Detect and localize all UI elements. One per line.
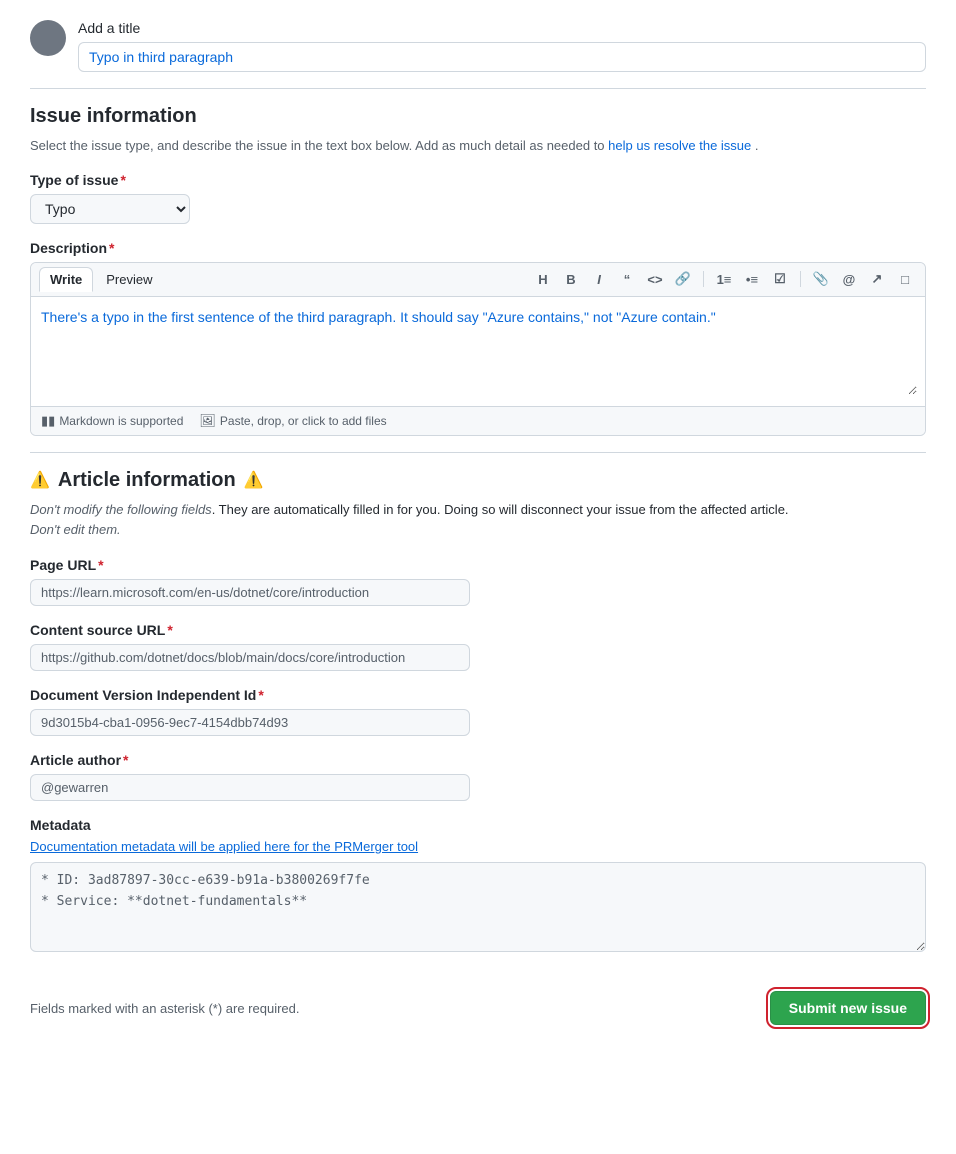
issue-description-text: Select the issue type, and describe the … xyxy=(30,136,926,156)
page-url-label: Page URL* xyxy=(30,557,926,573)
tab-write[interactable]: Write xyxy=(39,267,93,292)
article-information-heading: Article information xyxy=(58,469,236,492)
toolbar-sep-1 xyxy=(703,271,704,287)
warning-stripe-right: ⚠️ xyxy=(244,470,264,490)
issue-information-section: Issue information Select the issue type,… xyxy=(30,105,926,436)
description-label: Description* xyxy=(30,240,926,256)
article-warning-text: Don't modify the following fields. They … xyxy=(30,500,926,542)
avatar xyxy=(30,20,66,56)
doc-version-input[interactable] xyxy=(30,709,470,736)
toolbar-unordered-list-icon[interactable]: •≡ xyxy=(740,267,764,291)
doc-version-field: Document Version Independent Id* xyxy=(30,687,926,736)
title-input[interactable] xyxy=(78,42,926,72)
content-source-url-input[interactable] xyxy=(30,644,470,671)
description-editor: Write Preview H B I “ <> 🔗 1≡ •≡ ☑ xyxy=(30,262,926,436)
divider-1 xyxy=(30,88,926,89)
article-author-field: Article author* xyxy=(30,752,926,801)
toolbar-mention-icon[interactable]: @ xyxy=(837,267,861,291)
article-info-header: ⚠️ Article information ⚠️ xyxy=(30,469,926,492)
markdown-supported: ▮▮ Markdown is supported xyxy=(41,413,183,429)
attach-files[interactable]: 🖼 Paste, drop, or click to add files xyxy=(199,413,386,429)
issue-information-heading: Issue information xyxy=(30,105,926,128)
page-url-field: Page URL* xyxy=(30,557,926,606)
resolve-issue-link[interactable]: help us resolve the issue xyxy=(608,138,751,153)
editor-toolbar: Write Preview H B I “ <> 🔗 1≡ •≡ ☑ xyxy=(31,263,925,297)
warning-stripe-left: ⚠️ xyxy=(30,470,50,490)
image-icon: 🖼 xyxy=(199,413,216,429)
toolbar-bold-icon[interactable]: B xyxy=(559,267,583,291)
content-source-url-field: Content source URL* xyxy=(30,622,926,671)
toolbar-ordered-list-icon[interactable]: 1≡ xyxy=(712,267,736,291)
toolbar-attach-icon[interactable]: 📎 xyxy=(809,267,833,291)
toolbar-link-icon[interactable]: 🔗 xyxy=(671,267,695,291)
type-of-issue-label: Type of issue* xyxy=(30,172,926,188)
toolbar-fullscreen-icon[interactable]: □ xyxy=(893,267,917,291)
markdown-icon: ▮▮ xyxy=(41,413,55,429)
description-field: Description* Write Preview H B I “ <> 🔗 … xyxy=(30,240,926,436)
divider-2 xyxy=(30,452,926,453)
type-of-issue-select[interactable]: Typo Bug Suggestion Other xyxy=(30,194,190,224)
toolbar-reference-icon[interactable]: ↗ xyxy=(865,267,889,291)
toolbar-quote-icon[interactable]: “ xyxy=(615,267,639,291)
metadata-field: Metadata Documentation metadata will be … xyxy=(30,817,926,955)
editor-body: There's a typo in the first sentence of … xyxy=(31,297,925,406)
toolbar-icons: H B I “ <> 🔗 1≡ •≡ ☑ 📎 @ ↗ □ xyxy=(531,267,917,291)
page-url-input[interactable] xyxy=(30,579,470,606)
toolbar-heading-icon[interactable]: H xyxy=(531,267,555,291)
type-of-issue-field: Type of issue* Typo Bug Suggestion Other xyxy=(30,172,926,224)
content-source-url-label: Content source URL* xyxy=(30,622,926,638)
toolbar-code-icon[interactable]: <> xyxy=(643,267,667,291)
metadata-link[interactable]: Documentation metadata will be applied h… xyxy=(30,839,926,854)
footer-bar: Fields marked with an asterisk (*) are r… xyxy=(30,979,926,1025)
metadata-label: Metadata xyxy=(30,817,926,833)
toolbar-task-list-icon[interactable]: ☑ xyxy=(768,267,792,291)
toolbar-sep-2 xyxy=(800,271,801,287)
add-title-label: Add a title xyxy=(78,20,926,36)
doc-version-label: Document Version Independent Id* xyxy=(30,687,926,703)
metadata-textarea[interactable]: * ID: 3ad87897-30cc-e639-b91a-b3800269f7… xyxy=(30,862,926,952)
editor-footer: ▮▮ Markdown is supported 🖼 Paste, drop, … xyxy=(31,406,925,435)
article-information-section: ⚠️ Article information ⚠️ Don't modify t… xyxy=(30,469,926,956)
article-author-label: Article author* xyxy=(30,752,926,768)
tab-preview[interactable]: Preview xyxy=(95,267,163,292)
submit-new-issue-button[interactable]: Submit new issue xyxy=(770,991,926,1025)
toolbar-italic-icon[interactable]: I xyxy=(587,267,611,291)
article-author-input[interactable] xyxy=(30,774,470,801)
description-textarea[interactable]: There's a typo in the first sentence of … xyxy=(39,305,917,395)
fields-required-note: Fields marked with an asterisk (*) are r… xyxy=(30,1001,300,1016)
